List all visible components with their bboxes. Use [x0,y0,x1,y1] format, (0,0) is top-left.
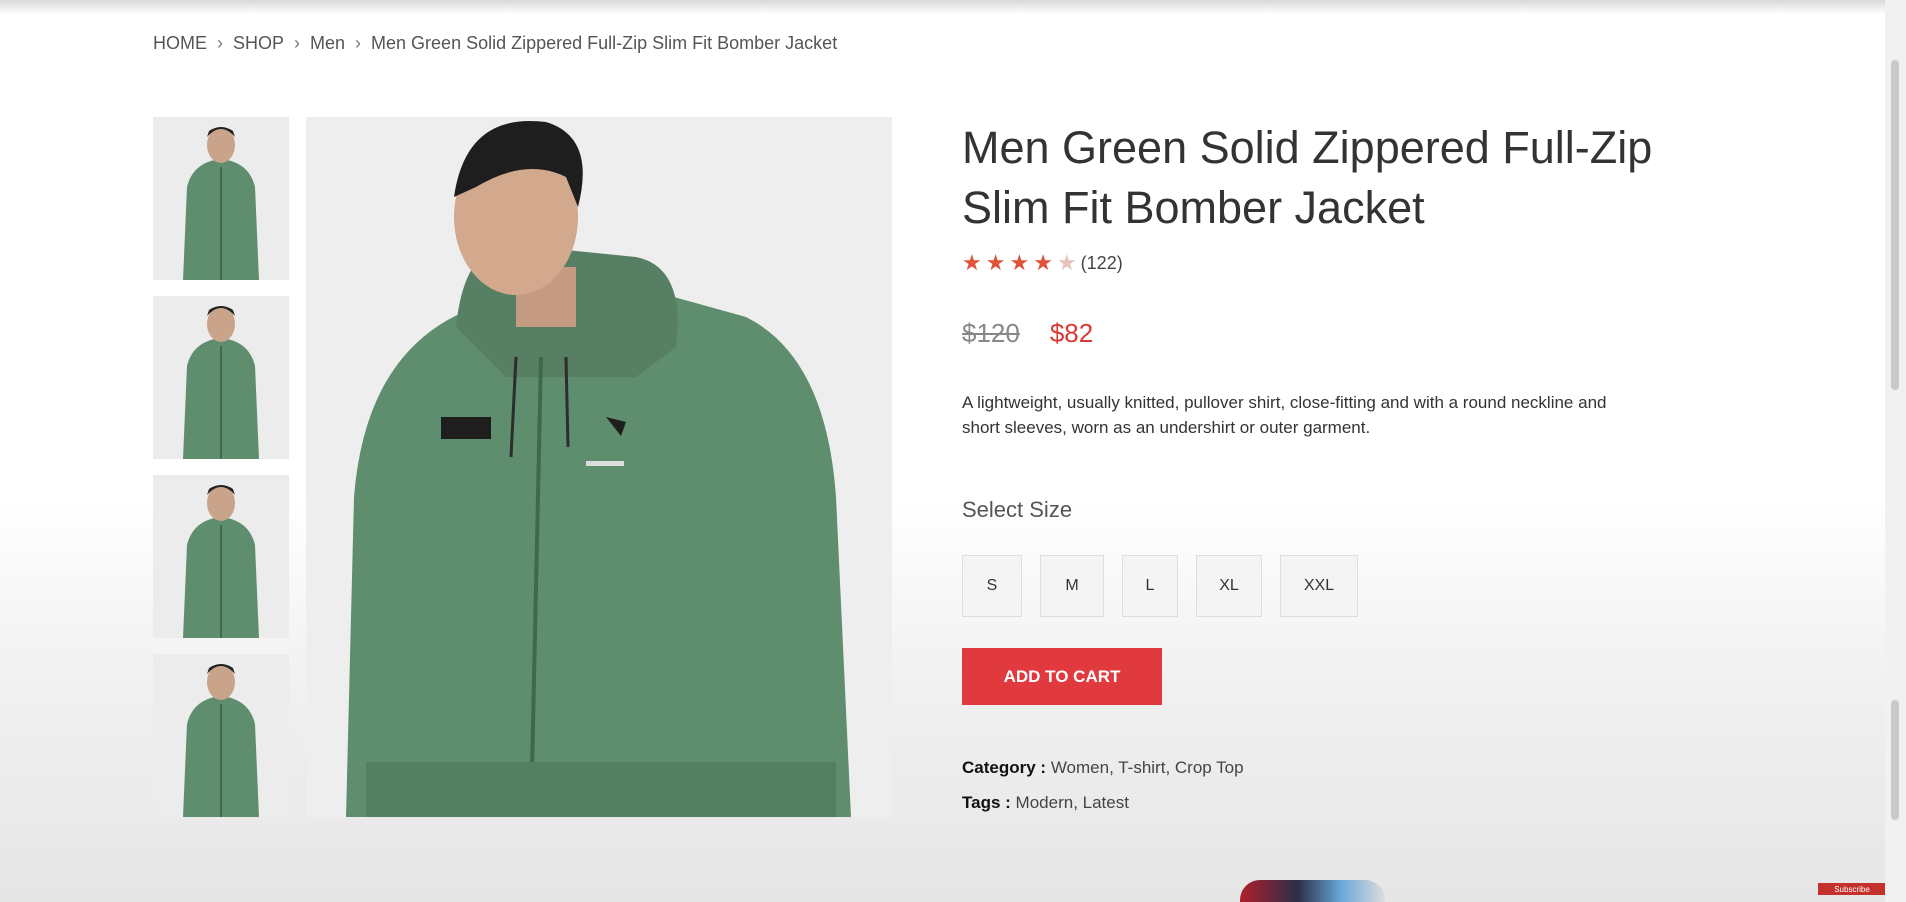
category-label: Category : [962,758,1047,777]
sale-price: $82 [1049,318,1094,348]
jacket-image [306,117,892,817]
product-thumbnail[interactable] [153,117,289,280]
chevron-right-icon: › [217,33,223,53]
price-block: $120 $82 [962,318,1093,349]
add-to-cart-button[interactable]: ADD TO CART [962,648,1162,705]
product-thumbnail[interactable] [153,296,289,459]
thumbnail-list [153,117,289,833]
subscribe-badge[interactable]: Subscribe [1818,883,1886,895]
product-thumbnail[interactable] [153,654,289,817]
select-size-label: Select Size [962,497,1073,522]
jacket-thumbnail-image [153,117,289,280]
next-section-image [1240,880,1385,902]
product-main-image [306,117,892,817]
jacket-thumbnail-image [153,296,289,459]
original-price: $120 [962,318,1020,348]
category-value[interactable]: Women, T-shirt, Crop Top [1051,758,1244,777]
scrollbar[interactable] [1885,0,1906,902]
breadcrumb: HOME › SHOP › Men › Men Green Solid Zipp… [153,33,837,54]
size-option-xxl[interactable]: XXL [1280,555,1358,617]
tags-value[interactable]: Modern, Latest [1016,793,1129,812]
jacket-thumbnail-image [153,475,289,638]
chevron-right-icon: › [355,33,362,53]
product-description: A lightweight, usually knitted, pullover… [962,393,1607,437]
category-row: Category : Women, T-shirt, Crop Top [962,758,1244,778]
star-filled-icon: ★ [985,250,1006,275]
scrollbar-thumb-lower[interactable] [1891,700,1899,820]
product-rating: ★ ★ ★ ★ ★ (122) [962,250,1123,276]
breadcrumb-men[interactable]: Men [310,33,345,54]
star-empty-icon: ★ [1056,250,1077,275]
size-option-xl[interactable]: XL [1196,555,1262,617]
review-count[interactable]: (122) [1081,253,1123,274]
breadcrumb-home[interactable]: HOME [153,33,207,54]
scrollbar-thumb[interactable] [1891,60,1899,390]
tags-label: Tags : [962,793,1011,812]
tags-row: Tags : Modern, Latest [962,793,1129,813]
product-title: Men Green Solid Zippered Full-Zip Slim F… [962,122,1653,233]
jacket-thumbnail-image [153,654,289,817]
size-option-s[interactable]: S [962,555,1022,617]
size-option-l[interactable]: L [1122,555,1178,617]
breadcrumb-current: Men Green Solid Zippered Full-Zip Slim F… [371,33,838,53]
chevron-right-icon: › [294,33,301,53]
breadcrumb-shop[interactable]: SHOP [233,33,284,54]
size-selector: S M L XL XXL [962,555,1358,617]
star-filled-icon: ★ [962,250,982,275]
star-filled-icon: ★ [1009,250,1030,275]
product-thumbnail[interactable] [153,475,289,638]
size-option-m[interactable]: M [1040,555,1104,617]
header-shadow [0,0,1885,14]
star-filled-icon: ★ [1033,250,1053,275]
